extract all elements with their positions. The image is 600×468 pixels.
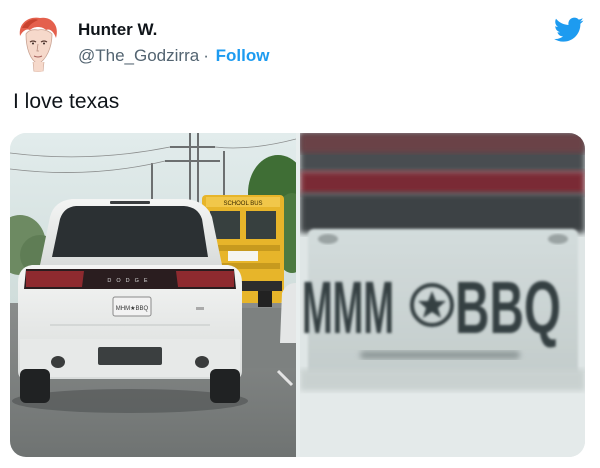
plate-closeup-image: MMM BBQ xyxy=(300,133,585,457)
photo-plate-closeup[interactable]: MMM BBQ xyxy=(300,133,585,457)
separator-dot: · xyxy=(203,46,209,65)
rear-badge-text: DODGE xyxy=(107,278,152,284)
photo-suv-street[interactable]: SCHOOL BUS DODGE MHM★BBQ xyxy=(10,133,296,457)
author-display-name[interactable]: Hunter W. xyxy=(78,20,157,40)
avatar-illustration-icon xyxy=(12,14,64,72)
author-handle[interactable]: @The_Godzirra xyxy=(78,46,199,65)
author-avatar[interactable] xyxy=(12,14,64,72)
suv-street-image: SCHOOL BUS DODGE MHM★BBQ xyxy=(10,133,296,457)
tweet-media[interactable]: SCHOOL BUS DODGE MHM★BBQ MMM BBQ xyxy=(10,133,585,457)
bus-sign-text: SCHOOL BUS xyxy=(223,201,262,207)
follow-button[interactable]: Follow xyxy=(216,46,270,65)
tweet-card: Hunter W. @The_Godzirra · Follow I love t… xyxy=(0,0,600,468)
twitter-bird-icon[interactable] xyxy=(554,17,584,43)
tweet-text: I love texas xyxy=(13,90,120,113)
plate-text-left: MMM xyxy=(302,266,394,349)
plate-text-right: BBQ xyxy=(455,266,561,349)
author-handle-row: @The_Godzirra · Follow xyxy=(78,46,269,66)
small-plate-text: MHM★BBQ xyxy=(116,305,149,312)
